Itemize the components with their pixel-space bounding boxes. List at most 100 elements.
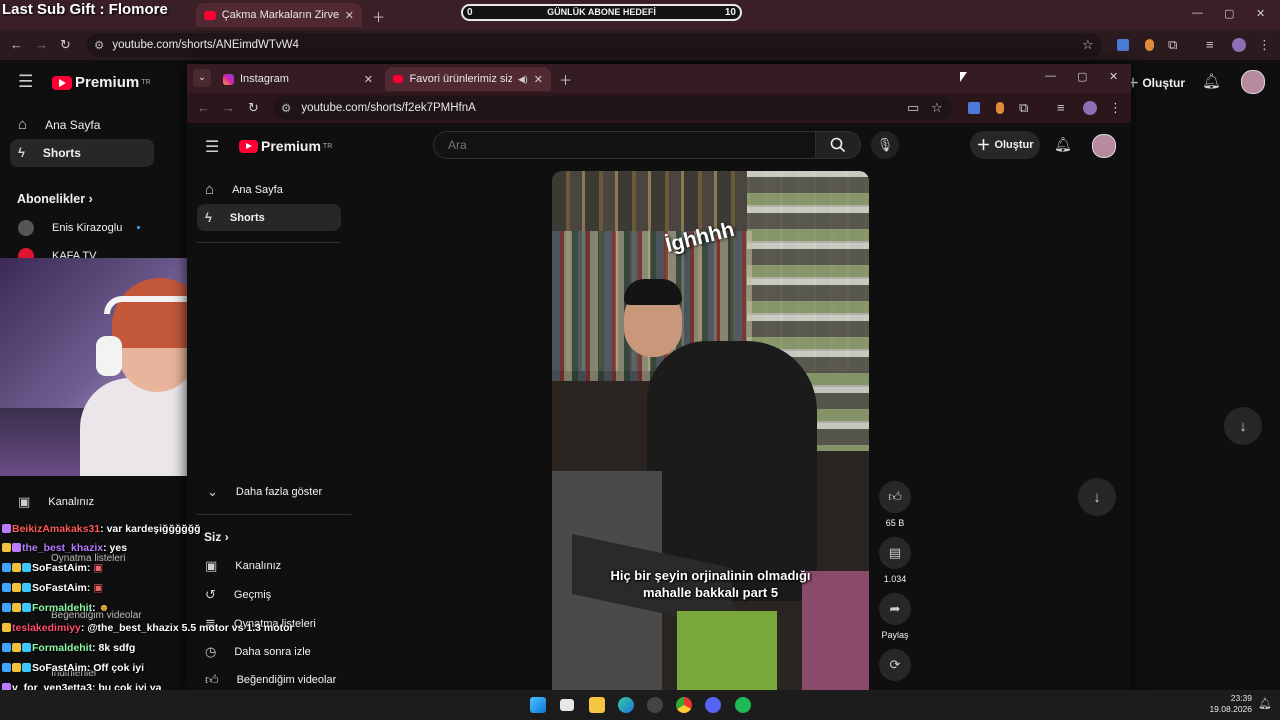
remix-button[interactable]: ⟳ xyxy=(879,649,911,681)
system-clock[interactable]: 23:39 19.08.2026 xyxy=(1200,693,1252,715)
audio-playing-icon[interactable]: ◀︎) xyxy=(518,74,528,85)
extension-icon[interactable] xyxy=(996,102,1004,114)
menu-dots-icon[interactable]: ⋮ xyxy=(1258,37,1271,53)
close-icon[interactable]: ✕ xyxy=(364,73,373,86)
back-icon[interactable]: ← xyxy=(197,100,210,115)
puzzle-icon[interactable]: ⧉ xyxy=(1168,37,1177,53)
edge-icon[interactable] xyxy=(618,697,634,713)
crown-badge-icon xyxy=(12,643,21,652)
outer-nav-your-channel[interactable]: ▣ Kanalınız xyxy=(18,494,94,510)
chat-message: SoFastAim: ▣ xyxy=(2,562,103,574)
search-button[interactable] xyxy=(815,131,861,159)
inner-youtube-logo[interactable]: Premium TR xyxy=(239,138,332,154)
chat-message: Formaldehit: 8k sdfg xyxy=(2,642,135,654)
close-icon[interactable]: ✕ xyxy=(345,9,354,22)
subscriber-goal-bar: 0 GÜNLÜK ABONE HEDEFİ 10 xyxy=(461,4,742,21)
short-video-player[interactable]: İghhhh Hiç bir şeyin orjinalinin olmadığ… xyxy=(552,171,869,692)
like-button[interactable]: 👍︎ xyxy=(879,481,911,513)
reload-icon[interactable]: ↻ xyxy=(60,37,71,53)
back-icon[interactable]: ← xyxy=(10,37,23,52)
shorts-icon: ϟ xyxy=(205,210,212,225)
voice-search-button[interactable]: 🎙︎ xyxy=(871,131,899,159)
inner-tab-instagram[interactable]: Instagram ✕ xyxy=(215,67,381,91)
close-icon[interactable]: ✕ xyxy=(534,73,543,86)
notification-bell-icon[interactable]: 🔔︎ xyxy=(1258,697,1272,710)
inner-nav-shorts[interactable]: ϟ Shorts xyxy=(205,210,265,225)
inner-nav-home[interactable]: ⌂ Ana Sayfa xyxy=(205,181,283,198)
crown-badge-icon xyxy=(2,543,11,552)
outer-next-video-button[interactable]: ↓ xyxy=(1224,407,1262,445)
create-label: Oluştur xyxy=(1142,76,1186,90)
next-video-button[interactable]: ↓ xyxy=(1078,478,1116,516)
close-window-icon[interactable]: ✕ xyxy=(1256,7,1265,20)
outer-youtube-logo[interactable]: Premium TR xyxy=(52,74,151,91)
tab-search-icon[interactable]: ⌄ xyxy=(193,69,211,87)
outer-subscriptions-heading[interactable]: Abonelikler › xyxy=(17,192,93,206)
cast-icon[interactable]: ▭ xyxy=(907,100,919,116)
forward-icon[interactable]: → xyxy=(222,100,235,115)
search-icon xyxy=(830,137,846,153)
site-info-icon[interactable]: ⚙ xyxy=(94,38,104,52)
chevron-right-icon: › xyxy=(88,192,93,206)
nav-label: Ana Sayfa xyxy=(232,183,283,196)
minimize-icon[interactable]: — xyxy=(1045,70,1056,82)
chat-user: the_best_khazix xyxy=(22,542,104,554)
new-tab-icon[interactable]: ＋ xyxy=(372,7,385,26)
media-control-icon[interactable]: ≡ xyxy=(1206,37,1214,52)
outer-notifications-icon[interactable]: 🔔︎ xyxy=(1202,72,1221,90)
sub-badge-icon xyxy=(22,583,31,592)
share-button[interactable]: ➦ xyxy=(879,593,911,625)
search-box[interactable] xyxy=(433,131,815,159)
subscription-item[interactable]: Enis Kirazoglu xyxy=(18,220,122,236)
home-icon: ⌂ xyxy=(18,116,28,133)
forward-icon[interactable]: → xyxy=(35,37,48,52)
profile-avatar[interactable] xyxy=(1083,101,1097,115)
outer-tab-active[interactable]: Çakma Markaların Zirvesi: "Puma ( ✕ xyxy=(196,3,362,27)
inner-url-field[interactable]: ⚙ youtube.com/shorts/f2ek7PMHfnA xyxy=(273,96,953,120)
start-icon[interactable] xyxy=(530,697,546,713)
media-control-icon[interactable]: ≡ xyxy=(1057,100,1065,115)
minimize-icon[interactable]: — xyxy=(1192,7,1203,19)
youtube-icon xyxy=(393,75,404,83)
menu-dots-icon[interactable]: ⋮ xyxy=(1109,100,1122,116)
maximize-icon[interactable]: ▢ xyxy=(1224,7,1234,20)
inner-hamburger-icon[interactable]: ☰ xyxy=(205,137,219,157)
discord-icon[interactable] xyxy=(705,697,721,713)
instagram-icon xyxy=(223,73,234,85)
inner-account-avatar[interactable] xyxy=(1092,134,1116,158)
outer-nav-home[interactable]: ⌂ Ana Sayfa xyxy=(18,116,100,133)
bookmark-star-icon[interactable]: ☆ xyxy=(931,100,943,116)
search-input[interactable] xyxy=(446,137,800,153)
site-info-icon[interactable]: ⚙ xyxy=(281,101,291,115)
profile-avatar[interactable] xyxy=(1232,38,1246,52)
new-tab-icon[interactable]: ＋ xyxy=(559,70,572,89)
maximize-icon[interactable]: ▢ xyxy=(1077,70,1087,83)
close-window-icon[interactable]: ✕ xyxy=(1109,70,1118,83)
inner-tab-youtube-active[interactable]: Favori ürünlerimiz sizlerle yon ◀︎) ✕ xyxy=(385,67,551,91)
spotify-icon[interactable] xyxy=(735,697,751,713)
chrome-icon[interactable] xyxy=(676,697,692,713)
check-badge-icon xyxy=(2,583,11,592)
task-view-icon[interactable] xyxy=(560,699,574,711)
inner-create-button[interactable]: ＋ Oluştur xyxy=(970,131,1040,159)
outer-hamburger-icon[interactable]: ☰ xyxy=(18,72,33,92)
translate-extension-icon[interactable] xyxy=(968,102,980,114)
outer-create-button[interactable]: ＋ Oluştur xyxy=(1127,74,1185,91)
reload-icon[interactable]: ↻ xyxy=(248,100,259,116)
crown-badge-icon xyxy=(12,603,21,612)
extension-icon[interactable] xyxy=(1145,39,1154,51)
man-hair xyxy=(624,279,682,305)
outer-url-field[interactable]: ⚙ youtube.com/shorts/ANEimdWTvW4 xyxy=(86,33,1102,57)
inner-notifications-icon[interactable]: 🔔︎ xyxy=(1054,136,1072,153)
comments-button[interactable]: ▤ xyxy=(879,537,911,569)
puzzle-icon[interactable]: ⧉ xyxy=(1019,100,1028,116)
obs-icon[interactable] xyxy=(647,697,663,713)
show-more-button[interactable]: ⌄ Daha fazla göster xyxy=(207,484,322,500)
bookmark-star-icon[interactable]: ☆ xyxy=(1082,37,1094,53)
outer-account-avatar[interactable] xyxy=(1241,70,1265,94)
youtube-play-icon xyxy=(52,75,72,90)
create-label: Oluştur xyxy=(994,139,1034,151)
translate-extension-icon[interactable] xyxy=(1117,39,1129,51)
file-explorer-icon[interactable] xyxy=(589,697,605,713)
outer-nav-shorts[interactable]: ϟ Shorts xyxy=(18,145,81,160)
